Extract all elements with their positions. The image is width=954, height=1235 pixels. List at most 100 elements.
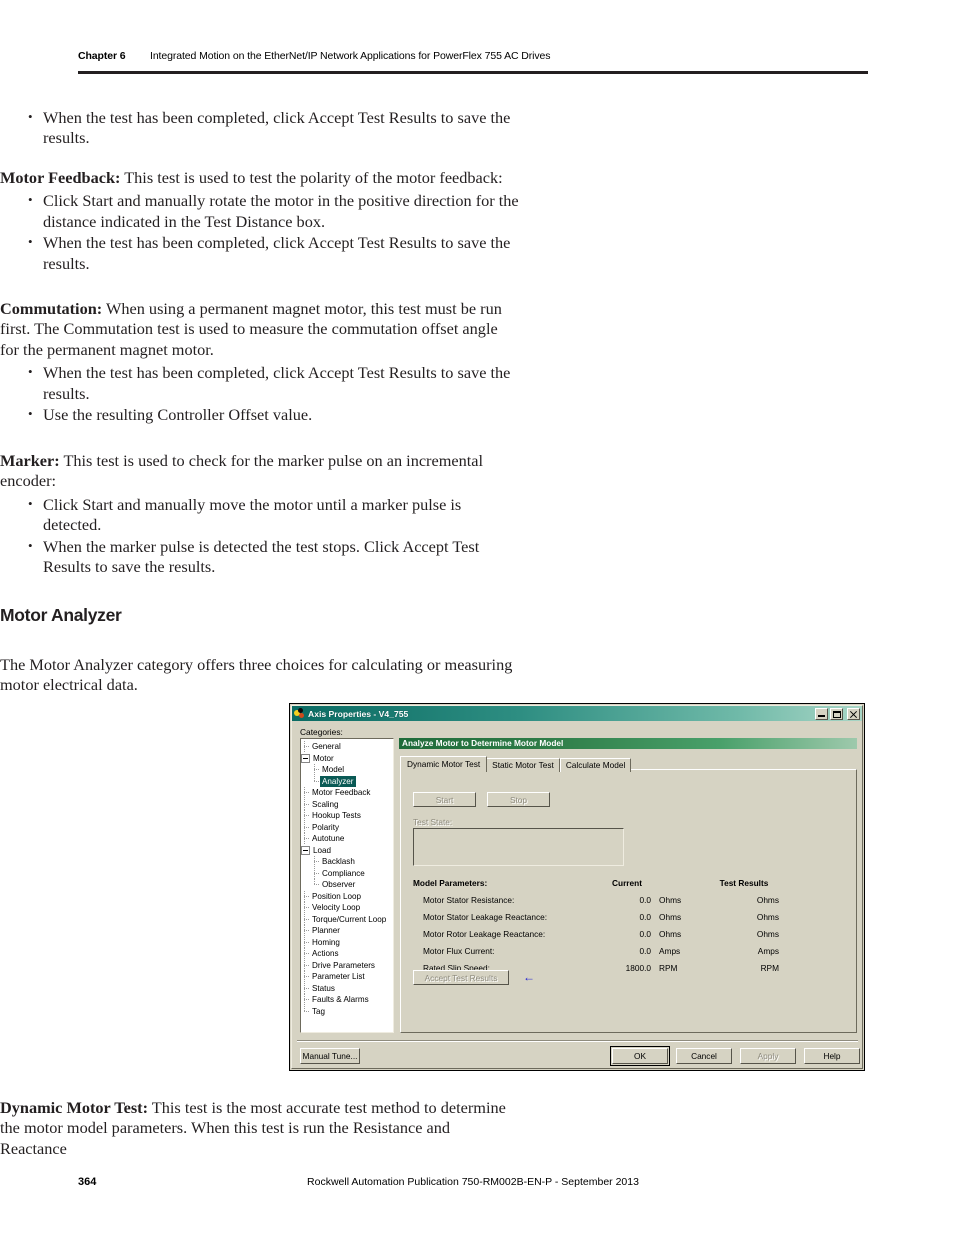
categories-tree[interactable]: General Motor Model Analyzer Motor Feedback S… — [300, 738, 394, 1033]
test-result-unit: Amps — [757, 945, 779, 956]
list-item: Click Start and manually move the motor … — [0, 494, 520, 536]
group-header: Analyze Motor to Determine Motor Model — [399, 738, 857, 749]
tree-item-motor-feedback[interactable]: Motor Feedback — [301, 787, 393, 799]
dialog-titlebar[interactable]: Axis Properties - V4_755 — [292, 706, 862, 721]
table-row: Motor Rotor Leakage Reactance: 0.0 Ohms Ohm… — [413, 925, 843, 942]
dialog-separator — [297, 1040, 858, 1042]
tree-item-label: Polarity — [312, 822, 339, 832]
tree-item-polarity[interactable]: Polarity — [301, 821, 393, 834]
tree-item-drive-parameters[interactable]: Drive Parameters — [301, 959, 393, 972]
parameter-name: Motor Stator Leakage Reactance: — [423, 911, 548, 922]
marker-section: Marker: This test is used to check for t… — [0, 451, 520, 578]
current-value: 0.0 — [639, 945, 651, 956]
maximize-icon[interactable] — [830, 707, 843, 720]
tree-item-backlash[interactable]: Backlash — [301, 856, 393, 868]
tree-item-label: Velocity Loop — [312, 903, 361, 912]
motor-analyzer-paragraph: The Motor Analyzer category offers three… — [0, 655, 513, 695]
tree-item-faults-alarms[interactable]: Faults & Alarms — [301, 994, 393, 1006]
page-header: Chapter 6 Integrated Motion on the Ether… — [78, 50, 868, 74]
ok-button[interactable]: OK — [610, 1046, 670, 1066]
tree-item-tag[interactable]: Tag — [301, 1005, 393, 1018]
apply-button[interactable]: Apply — [740, 1048, 796, 1064]
tree-item-planner[interactable]: Planner — [301, 925, 393, 937]
tab-strip[interactable]: Dynamic Motor Test Static Motor Test Calcu… — [400, 756, 632, 772]
table-row: Motor Stator Leakage Reactance: 0.0 Ohms Oh… — [413, 908, 843, 925]
tab-calculate-model[interactable]: Calculate Model — [559, 758, 632, 772]
window-controls — [815, 707, 860, 720]
tree-item-status[interactable]: Status — [301, 982, 393, 995]
tree-item-parameter-list[interactable]: Parameter List — [301, 971, 393, 983]
chapter-label: Chapter 6 — [78, 50, 126, 62]
current-value: 1800.0 — [625, 962, 651, 973]
tree-connector-icon — [311, 775, 320, 788]
motor-analyzer-section: Motor Analyzer The Motor Analyzer catego… — [0, 605, 520, 696]
tree-item-label: Drive Parameters — [312, 960, 375, 970]
collapse-icon[interactable] — [301, 845, 310, 855]
test-result-unit: Ohms — [756, 894, 779, 905]
minimize-icon[interactable] — [815, 707, 828, 720]
parameter-name: Motor Stator Resistance: — [423, 894, 515, 905]
axis-properties-icon — [294, 708, 305, 719]
tree-item-label: Homing — [312, 937, 340, 947]
axis-properties-dialog[interactable]: Axis Properties - V4_755 Categories: Gen… — [289, 703, 865, 1071]
parameter-name: Motor Flux Current: — [423, 945, 495, 956]
tree-item-general[interactable]: General — [301, 741, 393, 753]
tree-item-observer[interactable]: Observer — [301, 879, 393, 891]
tree-connector-icon — [311, 856, 320, 868]
tree-connector-icon — [301, 833, 310, 845]
tree-item-compliance[interactable]: Compliance — [301, 867, 393, 880]
bullet-list-intro: When the test has been completed, click … — [0, 107, 520, 149]
tree-item-label: Analyzer — [320, 775, 356, 787]
tree-item-position-loop[interactable]: Position Loop — [301, 890, 393, 903]
dynamic-motor-test-section: Dynamic Motor Test: This test is the mos… — [0, 1098, 520, 1159]
tree-item-velocity-loop[interactable]: Velocity Loop — [301, 902, 393, 914]
tab-dynamic-motor-test[interactable]: Dynamic Motor Test — [400, 756, 488, 772]
tree-item-label: Position Loop — [312, 891, 362, 901]
tree-item-load[interactable]: Load — [301, 845, 393, 857]
stop-button[interactable]: Stop — [487, 792, 550, 807]
tab-panel-dynamic-motor-test: Start Stop Test State: Model Parameters:… — [400, 769, 857, 1033]
tree-item-analyzer[interactable]: Analyzer — [301, 775, 393, 788]
model-parameters-table: Model Parameters: Current Test Results Moto… — [413, 875, 843, 976]
tree-item-label: Model — [322, 765, 345, 774]
tree-item-torque-current-loop[interactable]: Torque/Current Loop — [301, 913, 393, 926]
collapse-icon[interactable] — [301, 753, 310, 763]
publication-line: Rockwell Automation Publication 750-RM00… — [307, 1176, 639, 1188]
manual-tune-button[interactable]: Manual Tune... — [300, 1048, 360, 1064]
tree-connector-icon — [311, 867, 320, 880]
column-header: Current — [612, 878, 642, 888]
dialog-title: Axis Properties - V4_755 — [308, 708, 409, 719]
close-icon[interactable] — [847, 707, 860, 720]
help-button[interactable]: Help — [804, 1048, 860, 1064]
tree-connector-icon — [301, 936, 310, 949]
tree-item-label: Tag — [312, 1006, 326, 1016]
tree-item-label: Status — [312, 983, 335, 993]
tree-connector-icon — [311, 764, 320, 776]
tab-static-motor-test[interactable]: Static Motor Test — [486, 758, 560, 772]
commutation-paragraph: Commutation: When using a permanent magn… — [0, 299, 520, 360]
motor-feedback-paragraph: Motor Feedback: This test is used to tes… — [0, 168, 520, 188]
list-item: Click Start and manually rotate the moto… — [0, 190, 520, 232]
tree-connector-icon — [301, 994, 310, 1006]
tree-item-motor[interactable]: Motor — [301, 753, 393, 765]
motor-feedback-text: This test is used to test the polarity o… — [120, 168, 503, 187]
start-button[interactable]: Start — [413, 792, 476, 807]
tree-item-actions[interactable]: Actions — [301, 948, 393, 960]
tree-item-label: Load — [313, 845, 332, 855]
tree-item-scaling[interactable]: Scaling — [301, 798, 393, 811]
tree-item-model[interactable]: Model — [301, 764, 393, 776]
tree-item-autotune[interactable]: Autotune — [301, 833, 393, 845]
marker-paragraph: Marker: This test is used to check for t… — [0, 451, 520, 492]
tree-connector-icon — [301, 787, 310, 799]
tree-item-homing[interactable]: Homing — [301, 936, 393, 949]
commutation-section: Commutation: When using a permanent magn… — [0, 299, 520, 426]
tree-connector-icon — [301, 741, 310, 753]
list-item: When the marker pulse is detected the te… — [0, 536, 520, 578]
tree-connector-icon — [301, 1005, 310, 1018]
dynamic-motor-test-lead: Dynamic Motor Test: — [0, 1098, 149, 1117]
current-unit: Ohms — [659, 928, 682, 939]
cancel-button[interactable]: Cancel — [676, 1048, 732, 1064]
tree-item-hookup-tests[interactable]: Hookup Tests — [301, 810, 393, 822]
accept-test-results-button[interactable]: Accept Test Results — [413, 970, 509, 985]
